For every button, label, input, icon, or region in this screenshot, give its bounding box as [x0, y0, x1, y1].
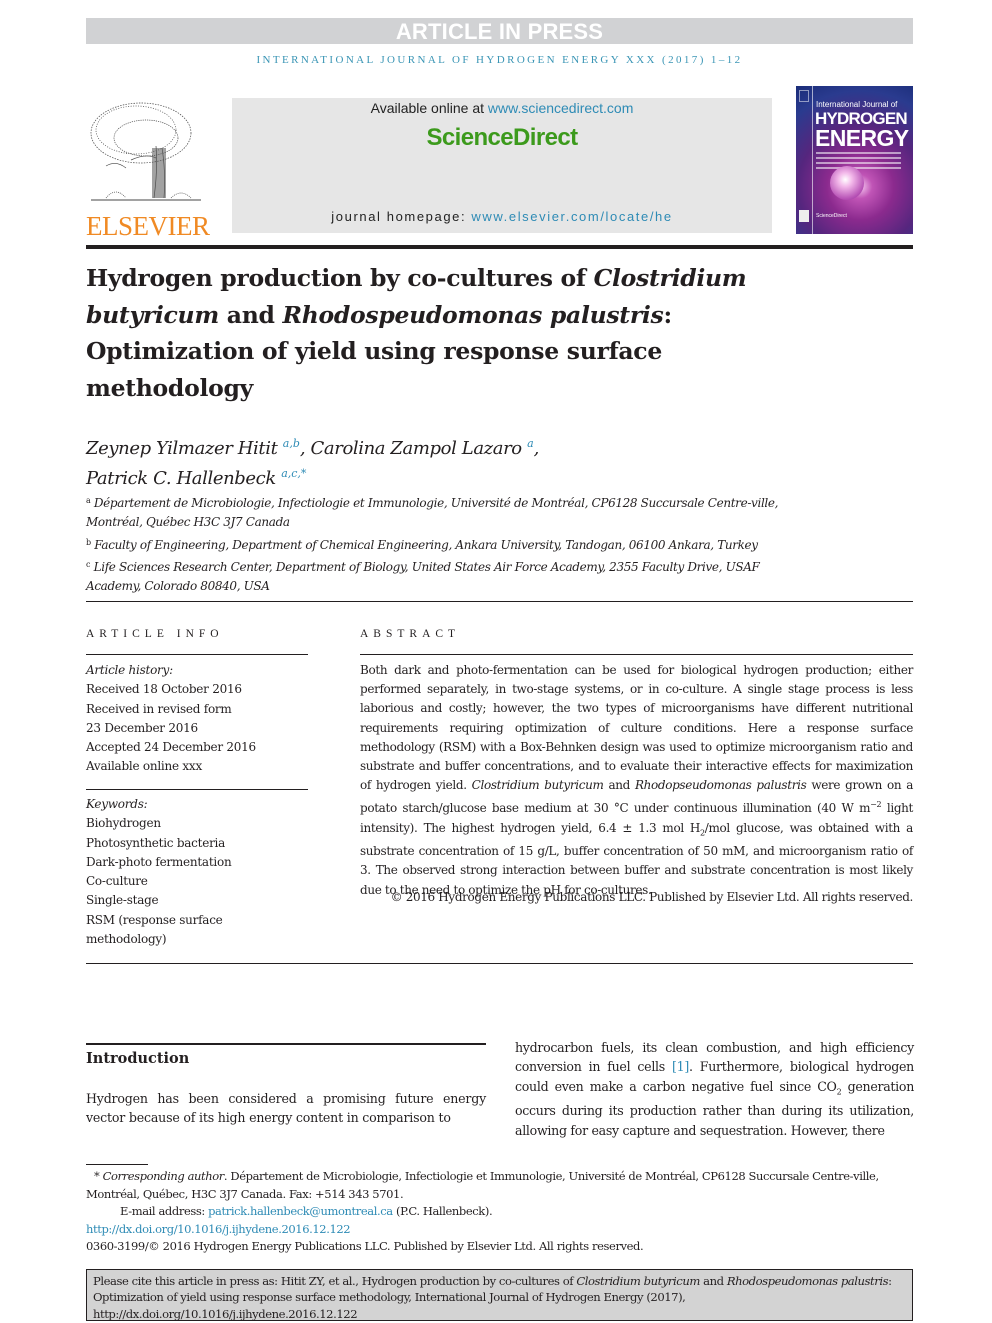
- affiliation-list: a Département de Microbiologie, Infectio…: [86, 491, 786, 596]
- keywords-divider: [86, 789, 308, 790]
- front-matter-divider: [86, 601, 913, 602]
- history-item: 23 December 2016: [86, 720, 198, 735]
- footnote-star: *: [94, 1169, 103, 1183]
- doi-line: http://dx.doi.org/10.1016/j.ijhydene.201…: [86, 1221, 916, 1239]
- citation-species: Clostridium butyricum: [576, 1274, 700, 1288]
- sciencedirect-logo: ScienceDirect: [426, 124, 579, 151]
- author-separator: ,: [299, 438, 311, 459]
- author-list: Zeynep Yilmazer Hitit a,b, Carolina Zamp…: [86, 431, 806, 491]
- introduction-rule: [86, 1043, 486, 1045]
- journal-cover-image: International Journal of HYDROGEN ENERGY…: [796, 86, 913, 234]
- cover-title-line1: International Journal of: [816, 100, 898, 109]
- article-info-divider: [86, 654, 308, 655]
- sciencedirect-header-box: Available online at www.sciencedirect.co…: [232, 98, 772, 233]
- article-info-heading: ARTICLE INFO: [86, 628, 224, 640]
- abstract-text: and: [603, 778, 635, 793]
- footnotes: * Corresponding author. Département de M…: [86, 1168, 916, 1256]
- author-affil-link[interactable]: a,b: [283, 437, 300, 450]
- cover-title-line3: ENERGY: [815, 125, 909, 151]
- history-item: Received in revised form: [86, 701, 232, 716]
- history-item: Accepted 24 December 2016: [86, 740, 256, 755]
- email-link[interactable]: patrick.hallenbeck@umontreal.ca: [208, 1204, 393, 1218]
- keyword-item: Dark-photo fermentation: [86, 854, 232, 869]
- email-note: E-mail address: patrick.hallenbeck@umont…: [86, 1203, 916, 1221]
- available-online-line: Available online at www.sciencedirect.co…: [232, 100, 772, 116]
- affiliation-text: Life Sciences Research Center, Departmen…: [86, 559, 760, 594]
- email-label: E-mail address:: [120, 1204, 209, 1218]
- available-online-prefix: Available online at: [370, 100, 488, 116]
- corresponding-author-label: Corresponding author: [102, 1169, 225, 1183]
- abstract-divider: [360, 654, 913, 655]
- affiliation-item: a Département de Microbiologie, Infectio…: [86, 491, 786, 533]
- keywords-label: Keywords:: [86, 797, 148, 811]
- abstract-text: Both dark and photo-fermentation can be …: [360, 663, 913, 793]
- journal-homepage-prefix: journal homepage:: [331, 209, 472, 224]
- title-text-2: and: [218, 300, 283, 329]
- affiliation-item: c Life Sciences Research Center, Departm…: [86, 555, 786, 597]
- affiliation-key: b: [86, 537, 91, 547]
- affiliation-key: a: [86, 496, 91, 505]
- reference-link[interactable]: [1]: [672, 1059, 689, 1074]
- cover-editors-text: [816, 152, 901, 172]
- history-item: Available online xxx: [86, 759, 202, 774]
- title-species-2: Rhodospeudomonas palustris: [282, 300, 664, 329]
- abstract-end-divider: [86, 963, 913, 964]
- journal-homepage-link[interactable]: www.elsevier.com/locate/he: [471, 209, 672, 224]
- article-history-label: Article history:: [86, 663, 173, 677]
- keyword-item: Biohydrogen: [86, 816, 161, 831]
- keywords-list: Keywords: Biohydrogen Photosynthetic bac…: [86, 795, 311, 949]
- title-text-1: Hydrogen production by co-cultures of: [86, 264, 594, 292]
- cover-spine-divider: [812, 86, 813, 234]
- keyword-item: Single-stage: [86, 893, 159, 908]
- article-history: Article history: Received 18 October 201…: [86, 661, 311, 777]
- issn-line: 0360-3199/© 2016 Hydrogen Energy Publica…: [86, 1239, 644, 1253]
- abstract-superscript: −2: [870, 800, 882, 810]
- article-title: Hydrogen production by co-cultures of Cl…: [86, 260, 806, 406]
- sciencedirect-link[interactable]: www.sciencedirect.com: [488, 100, 634, 116]
- keyword-item: RSM (response surface methodology): [86, 912, 223, 947]
- history-item: Received 18 October 2016: [86, 682, 242, 697]
- affiliation-text: Département de Microbiologie, Infectiolo…: [86, 496, 779, 530]
- abstract-species: Rhodopseudomonas palustris: [634, 778, 807, 793]
- introduction-heading: Introduction: [86, 1050, 190, 1067]
- elsevier-wordmark: ELSEVIER: [86, 211, 210, 241]
- citation-text: and: [699, 1274, 727, 1288]
- abstract-heading: ABSTRACT: [360, 628, 461, 640]
- introduction-right-column: hydrocarbon fuels, its clean combustion,…: [515, 1038, 914, 1140]
- citation-text: Please cite this article in press as: Hi…: [93, 1274, 577, 1288]
- cover-sciencedirect-footer: ScienceDirect: [816, 213, 847, 219]
- affiliation-key: c: [86, 559, 91, 569]
- citation-species: Rhodospeudomonas palustris: [726, 1274, 889, 1288]
- introduction-left-column: Hydrogen has been considered a promising…: [86, 1091, 486, 1126]
- cover-ijhe-badge-icon: [799, 210, 809, 222]
- abstract-species: Clostridium butyricum: [471, 778, 604, 793]
- keyword-item: Photosynthetic bacteria: [86, 835, 226, 850]
- author-name: Carolina Zampol Lazaro: [310, 438, 523, 459]
- header-divider: [86, 245, 913, 249]
- email-suffix: (P.C. Hallenbeck).: [392, 1204, 493, 1218]
- article-in-press-banner: ARTICLE IN PRESS: [86, 18, 913, 44]
- author-affil-link[interactable]: a,c,*: [281, 467, 306, 480]
- journal-running-header: INTERNATIONAL JOURNAL OF HYDROGEN ENERGY…: [256, 54, 743, 66]
- abstract-body: Both dark and photo-fermentation can be …: [360, 661, 913, 900]
- author-name: Patrick C. Hallenbeck: [86, 468, 276, 489]
- author-separator: ,: [533, 438, 540, 459]
- doi-link[interactable]: http://dx.doi.org/10.1016/j.ijhydene.201…: [86, 1222, 351, 1236]
- author-name: Zeynep Yilmazer Hitit: [86, 438, 278, 459]
- abstract-copyright: © 2016 Hydrogen Energy Publications LLC.…: [390, 890, 914, 904]
- journal-homepage-line: journal homepage: www.elsevier.com/locat…: [232, 209, 772, 224]
- cover-elsevier-icon: [799, 90, 809, 102]
- affiliation-item: b Faculty of Engineering, Department of …: [86, 533, 786, 555]
- corresponding-author-note: * Corresponding author. Département de M…: [86, 1168, 916, 1203]
- affiliation-text: Faculty of Engineering, Department of Ch…: [94, 537, 758, 552]
- cover-orb-graphic: [830, 166, 864, 200]
- footnote-rule: [86, 1164, 148, 1165]
- citation-box: Please cite this article in press as: Hi…: [86, 1269, 913, 1321]
- keyword-item: Co-culture: [86, 874, 148, 889]
